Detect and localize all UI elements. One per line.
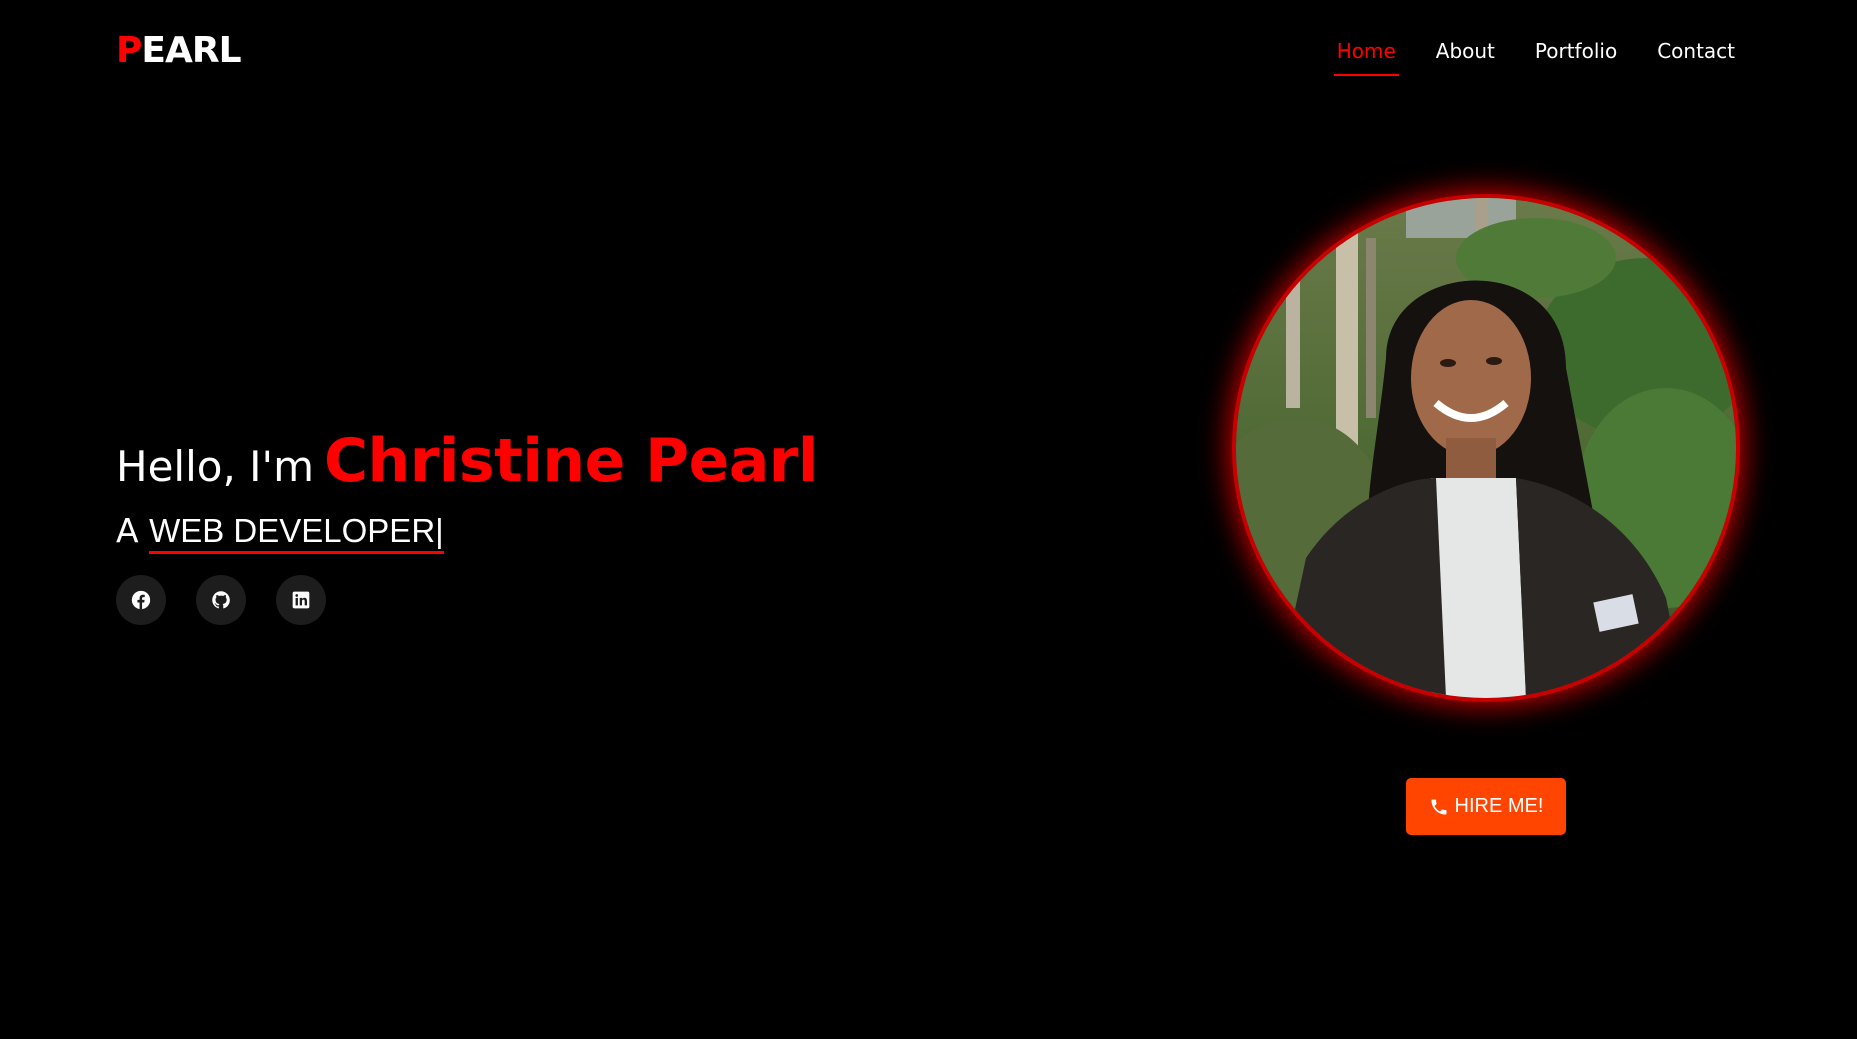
nav-home[interactable]: Home (1333, 38, 1399, 76)
profile-photo-illustration (1236, 198, 1736, 698)
nav-portfolio[interactable]: Portfolio (1535, 38, 1617, 72)
hero-name: Christine Pearl (324, 426, 818, 496)
hero-greeting: Hello, I'm Christine Pearl (116, 426, 818, 496)
hello-text: Hello, I'm (116, 442, 315, 491)
social-links (116, 575, 326, 625)
hire-me-label: HIRE ME! (1454, 795, 1544, 817)
profile-photo (1236, 198, 1736, 698)
role-prefix: A (116, 511, 139, 550)
linkedin-icon (292, 591, 310, 609)
hero-role: A WEB DEVELOPER| (116, 511, 444, 554)
typing-cursor: | (435, 512, 444, 549)
phone-icon (1431, 799, 1447, 814)
role-typed: WEB DEVELOPER| (149, 512, 444, 554)
nav-about[interactable]: About (1436, 38, 1495, 72)
github-icon (212, 591, 230, 609)
main-nav: Home About Portfolio Contact (1333, 38, 1735, 76)
role-typed-text: WEB DEVELOPER (149, 512, 436, 549)
nav-contact[interactable]: Contact (1657, 38, 1735, 72)
logo-first-letter: P (116, 30, 142, 71)
logo[interactable]: PEARL (116, 29, 242, 73)
logo-rest: EARL (141, 30, 241, 71)
linkedin-link[interactable] (276, 575, 326, 625)
github-link[interactable] (196, 575, 246, 625)
facebook-icon (131, 590, 151, 610)
hire-me-button[interactable]: HIRE ME! (1406, 778, 1566, 835)
page: PEARL Home About Portfolio Contact Hello… (0, 0, 1857, 1039)
facebook-link[interactable] (116, 575, 166, 625)
